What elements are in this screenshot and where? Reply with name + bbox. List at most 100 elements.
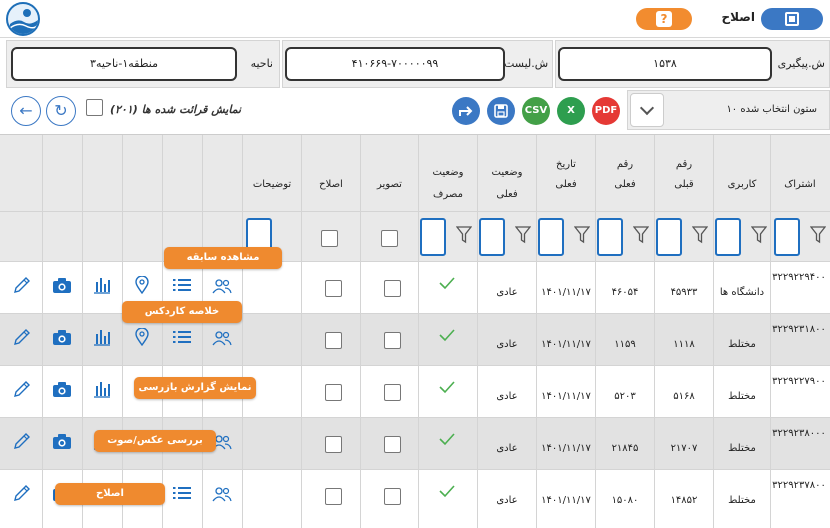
table-header: اشتراک کاربری رقم قبلی رقم فعلی تاریخ فع… [0, 135, 830, 211]
image-checkbox[interactable] [384, 384, 401, 401]
bar-chart-icon[interactable] [93, 328, 111, 346]
image-checkbox[interactable] [384, 332, 401, 349]
area-label: ناحیه [250, 57, 273, 70]
usage-cell: مختلط [728, 391, 756, 402]
filter-icon[interactable] [574, 226, 590, 244]
column-filters [0, 211, 830, 261]
list-icon[interactable] [173, 278, 191, 292]
location-pin-icon[interactable] [135, 275, 149, 295]
camera-icon[interactable] [53, 433, 71, 449]
correction-filter-checkbox[interactable] [321, 230, 338, 247]
pencil-icon[interactable] [13, 380, 31, 398]
camera-icon[interactable] [53, 277, 71, 293]
list-icon[interactable] [173, 330, 191, 344]
save-icon [494, 104, 508, 118]
usage-filter-input[interactable] [715, 218, 741, 256]
status-filter-input[interactable] [479, 218, 505, 256]
check-icon [438, 276, 456, 290]
tooltip-cardex: خلاصه کاردکس [122, 301, 242, 323]
bar-chart-icon[interactable] [93, 276, 111, 294]
image-checkbox[interactable] [384, 488, 401, 505]
csv-icon: CSV [524, 105, 548, 116]
cons-filter-input[interactable] [420, 218, 446, 256]
status-cell: عادی [496, 443, 518, 454]
col-curr-1: رقم [616, 159, 634, 170]
col-prev-2: قبلی [674, 179, 694, 190]
correction-checkbox[interactable] [325, 384, 342, 401]
help-button[interactable]: ? [636, 8, 692, 30]
divider [536, 135, 537, 528]
filter-icon[interactable] [692, 226, 708, 244]
refresh-button[interactable]: ↻ [46, 96, 76, 126]
forward-button[interactable] [452, 97, 480, 125]
filter-icon[interactable] [810, 226, 826, 244]
curr-filter-input[interactable] [597, 218, 623, 256]
history-icon[interactable] [212, 278, 232, 294]
readings-table: اشتراک کاربری رقم قبلی رقم فعلی تاریخ فع… [0, 134, 830, 528]
pencil-icon[interactable] [13, 328, 31, 346]
filter-icon[interactable] [751, 226, 767, 244]
usage-cell: مختلط [728, 495, 756, 506]
csv-export-button[interactable]: CSV [522, 97, 550, 125]
page-title: اصلاح [721, 10, 755, 24]
divider [713, 135, 714, 528]
filter-icon[interactable] [633, 226, 649, 244]
divider [301, 135, 302, 528]
list-field[interactable]: ۴۱۰۶۶۹-۷۰۰۰۰۰۹۹ [285, 47, 505, 81]
account-filter-input[interactable] [774, 218, 800, 256]
excel-export-button[interactable]: X [557, 97, 585, 125]
divider [82, 135, 83, 528]
camera-icon[interactable] [53, 329, 71, 345]
divider [477, 135, 478, 528]
prev-reading-cell: ۱۴۸۵۲ [670, 495, 698, 506]
col-notes: توضیحات [252, 179, 292, 190]
filter-icon[interactable] [515, 226, 531, 244]
save-button[interactable] [487, 97, 515, 125]
show-read-checkbox[interactable] [86, 99, 103, 116]
pencil-icon[interactable] [13, 432, 31, 450]
window-icon [785, 12, 799, 26]
correction-checkbox[interactable] [325, 436, 342, 453]
tooltip-edit: اصلاح [55, 483, 165, 505]
column-select[interactable]: ۱۰ ستون انتخاب شده [627, 90, 830, 130]
water-company-logo [6, 2, 40, 36]
bar-chart-icon[interactable] [93, 380, 111, 398]
check-icon [438, 432, 456, 446]
filter-icon[interactable] [456, 226, 472, 244]
excel-icon: X [567, 105, 575, 116]
image-checkbox[interactable] [384, 280, 401, 297]
account-cell: ۳۲۲۹۲۳۱۸۰۰ [772, 324, 826, 335]
chevron-down-icon[interactable] [630, 93, 664, 127]
history-icon[interactable] [212, 330, 232, 346]
date-cell: ۱۴۰۱/۱۱/۱۷ [541, 391, 591, 402]
pencil-icon[interactable] [13, 276, 31, 294]
image-checkbox[interactable] [384, 436, 401, 453]
prev-reading-cell: ۱۱۱۸ [673, 339, 695, 350]
correction-checkbox[interactable] [325, 280, 342, 297]
back-button[interactable]: ← [11, 96, 41, 126]
divider [242, 135, 243, 528]
col-usage: کاربری [727, 179, 757, 190]
correction-checkbox[interactable] [325, 488, 342, 505]
date-filter-input[interactable] [538, 218, 564, 256]
usage-cell: دانشگاه ها [719, 287, 765, 298]
list-icon[interactable] [173, 486, 191, 500]
area-field[interactable]: منطقه۱-ناحیه۳ [11, 47, 237, 81]
status-cell: عادی [496, 339, 518, 350]
divider [418, 135, 419, 528]
history-icon[interactable] [212, 486, 232, 502]
camera-icon[interactable] [53, 381, 71, 397]
image-filter-checkbox[interactable] [381, 230, 398, 247]
home-button[interactable] [761, 8, 823, 30]
tracking-field[interactable]: ۱۵۳۸ [558, 47, 772, 81]
col-account: اشتراک [784, 179, 816, 190]
pencil-icon[interactable] [13, 484, 31, 502]
col-date-1: تاریخ [556, 159, 576, 170]
pdf-export-button[interactable]: PDF [592, 97, 620, 125]
col-image: تصویر [377, 179, 402, 190]
usage-cell: مختلط [728, 443, 756, 454]
prev-filter-input[interactable] [656, 218, 682, 256]
location-pin-icon[interactable] [135, 327, 149, 347]
divider [122, 135, 123, 528]
correction-checkbox[interactable] [325, 332, 342, 349]
